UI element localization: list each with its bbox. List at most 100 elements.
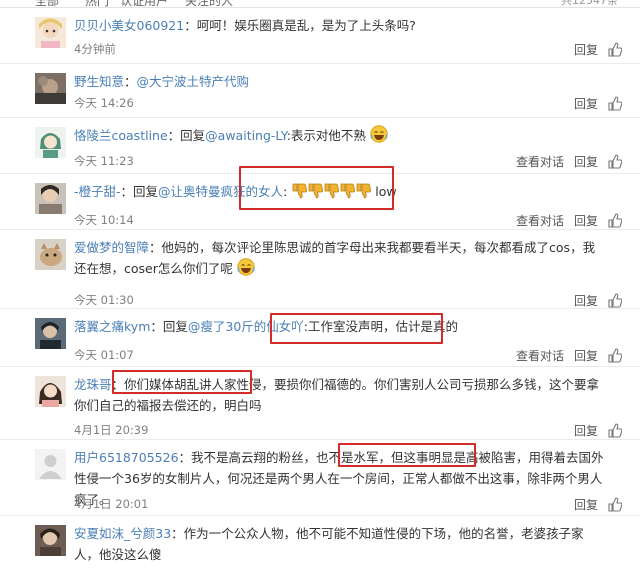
laugh-emoji-icon bbox=[370, 125, 388, 149]
comment-separator: ： bbox=[184, 18, 197, 33]
comment-text: 恪陵兰coastline：回复@awaiting-LY:表示对他不熟 bbox=[74, 125, 606, 149]
thumbs-down-icon bbox=[307, 182, 324, 205]
comment-content-suffix: low bbox=[375, 184, 397, 199]
view-conversation-button[interactable]: 查看对话 bbox=[516, 212, 564, 229]
comment-username[interactable]: 贝贝小美女060921 bbox=[74, 18, 184, 33]
comment-content: 你们媒体胡乱讲人家性侵，要损你们福德的。你们害别人公司亏损那么多钱，这个要拿你们… bbox=[74, 377, 600, 413]
comment-username[interactable]: 用户6518705526 bbox=[74, 450, 179, 465]
comment-actions: 回复 bbox=[574, 496, 622, 513]
comment-username[interactable]: 安夏如沫_兮颜33 bbox=[74, 526, 171, 541]
reply-button[interactable]: 回复 bbox=[574, 292, 598, 309]
comment-item: 贝贝小美女060921：呵呵！娱乐圈真是乱，是为了上头条吗? 4分钟前 回复 bbox=[0, 8, 640, 64]
avatar[interactable] bbox=[35, 17, 66, 48]
like-icon[interactable] bbox=[608, 293, 622, 308]
like-icon[interactable] bbox=[608, 497, 622, 512]
comment-separator: ：回复 bbox=[150, 319, 188, 334]
comment-separator: ： bbox=[111, 377, 125, 392]
reply-button[interactable]: 回复 bbox=[574, 422, 598, 439]
like-icon[interactable] bbox=[608, 213, 622, 228]
comment-separator: ： bbox=[149, 240, 162, 255]
like-icon[interactable] bbox=[608, 348, 622, 363]
comment-item: 野生知意：@大宁波土特产代购 今天 14:26 回复 bbox=[0, 64, 640, 118]
comment-item: 恪陵兰coastline：回复@awaiting-LY:表示对他不熟 今天 11… bbox=[0, 118, 640, 174]
avatar[interactable] bbox=[35, 318, 66, 349]
comment-time: 今天 01:30 bbox=[74, 293, 134, 307]
avatar[interactable] bbox=[35, 376, 66, 407]
comment-content: :表示对他不熟 bbox=[286, 128, 366, 143]
comment-time: 今天 11:23 bbox=[74, 154, 134, 168]
avatar[interactable] bbox=[35, 183, 66, 214]
avatar[interactable] bbox=[35, 239, 66, 270]
reply-button[interactable]: 回复 bbox=[574, 347, 598, 364]
avatar[interactable] bbox=[35, 73, 66, 104]
tab-hot[interactable]: 热门 bbox=[85, 0, 109, 7]
avatar[interactable] bbox=[35, 127, 66, 158]
reply-button[interactable]: 回复 bbox=[574, 153, 598, 170]
comment-text: 龙珠哥：你们媒体胡乱讲人家性侵，要损你们福德的。你们害别人公司亏损那么多钱，这个… bbox=[74, 374, 606, 416]
comment-text: 用户6518705526：我不是高云翔的粉丝，也不是水军，但这事明显是高被陷害，… bbox=[74, 447, 606, 510]
comment-actions: 回复 bbox=[574, 95, 622, 112]
reply-button[interactable]: 回复 bbox=[574, 95, 598, 112]
comment-time: 4月1日 20:39 bbox=[74, 423, 149, 437]
comment-time: 4分钟前 bbox=[74, 42, 116, 56]
like-icon[interactable] bbox=[608, 96, 622, 111]
comment-username[interactable]: 恪陵兰coastline bbox=[74, 128, 168, 143]
comment-mention[interactable]: @awaiting-LY bbox=[205, 128, 287, 143]
comment-content: :工作室没声明，估计是真的 bbox=[303, 319, 459, 334]
view-conversation-button[interactable]: 查看对话 bbox=[516, 153, 564, 170]
comment-time: 4月1日 20:01 bbox=[74, 497, 149, 511]
comment-separator: ：回复 bbox=[120, 184, 159, 199]
comment-actions: 查看对话 回复 bbox=[516, 212, 622, 229]
comment-item: 用户6518705526：我不是高云翔的粉丝，也不是水军，但这事明显是高被陷害，… bbox=[0, 440, 640, 516]
avatar[interactable] bbox=[35, 449, 66, 480]
reply-button[interactable]: 回复 bbox=[574, 212, 598, 229]
comment-username[interactable]: -橙子甜- bbox=[74, 184, 121, 199]
comment-content: : bbox=[283, 184, 288, 199]
comment-text: 野生知意：@大宁波土特产代购 bbox=[74, 71, 606, 92]
like-icon[interactable] bbox=[608, 154, 622, 169]
comment-item: 安夏如沫_兮颜33：作为一个公众人物，他不可能不知道性侵的下场，他的名誉，老婆孩… bbox=[0, 516, 640, 578]
comment-separator: ：回复 bbox=[167, 128, 206, 143]
comment-actions: 查看对话 回复 bbox=[516, 153, 622, 170]
thumbs-down-icon bbox=[323, 182, 340, 205]
tab-all[interactable]: 全部 bbox=[35, 0, 59, 7]
comment-mention[interactable]: @瘦了30斤的仙女吖 bbox=[188, 319, 304, 334]
comment-time: 今天 01:07 bbox=[74, 348, 134, 362]
reply-button[interactable]: 回复 bbox=[574, 496, 598, 513]
comment-username[interactable]: 野生知意 bbox=[74, 74, 124, 89]
comment-text: -橙子甜-：回复@让奥特曼疯狂的女人: low bbox=[74, 181, 606, 205]
comment-filter-bar: 全部 热门 认证用户 关注的人 共12547条 bbox=[0, 0, 640, 8]
like-icon[interactable] bbox=[608, 42, 622, 57]
like-icon[interactable] bbox=[608, 423, 622, 438]
reply-button[interactable]: 回复 bbox=[574, 41, 598, 58]
comment-actions: 回复 bbox=[574, 292, 622, 309]
tab-authed-users[interactable]: 认证用户 bbox=[120, 0, 168, 7]
comment-item: 龙珠哥：你们媒体胡乱讲人家性侵，要损你们福德的。你们害别人公司亏损那么多钱，这个… bbox=[0, 367, 640, 440]
laugh-emoji-icon bbox=[237, 258, 255, 282]
comment-mention[interactable]: @大宁波土特产代购 bbox=[137, 74, 250, 89]
avatar[interactable] bbox=[35, 525, 66, 556]
comment-item: 落翼之痛kym：回复@瘦了30斤的仙女吖:工作室没声明，估计是真的 今天 01:… bbox=[0, 309, 640, 367]
comment-separator: ： bbox=[178, 450, 192, 465]
comment-username[interactable]: 落翼之痛kym bbox=[74, 319, 150, 334]
comment-mention[interactable]: @让奥特曼疯狂的女人 bbox=[158, 184, 283, 199]
comment-content: 呵呵！娱乐圈真是乱，是为了上头条吗? bbox=[196, 18, 416, 33]
comment-text: 贝贝小美女060921：呵呵！娱乐圈真是乱，是为了上头条吗? bbox=[74, 15, 606, 36]
comment-separator: ： bbox=[124, 74, 137, 89]
view-conversation-button[interactable]: 查看对话 bbox=[516, 347, 564, 364]
thumbs-down-icon bbox=[291, 182, 308, 205]
comment-time: 今天 10:14 bbox=[74, 213, 134, 227]
comment-username[interactable]: 龙珠哥 bbox=[74, 377, 112, 392]
comment-separator: ： bbox=[171, 526, 184, 541]
comment-username[interactable]: 爱做梦的智障 bbox=[74, 240, 149, 255]
comment-text: 爱做梦的智障：他妈的，每次评论里陈思诚的首字母出来我都要看半天，每次都看成了co… bbox=[74, 237, 606, 282]
comment-actions: 回复 bbox=[574, 422, 622, 439]
comment-item: 爱做梦的智障：他妈的，每次评论里陈思诚的首字母出来我都要看半天，每次都看成了co… bbox=[0, 230, 640, 309]
comment-time: 今天 14:26 bbox=[74, 96, 134, 110]
tab-following[interactable]: 关注的人 bbox=[185, 0, 233, 7]
comment-text: 落翼之痛kym：回复@瘦了30斤的仙女吖:工作室没声明，估计是真的 bbox=[74, 316, 606, 337]
comment-item: -橙子甜-：回复@让奥特曼疯狂的女人: low 今天 10:14 查看对话 回复 bbox=[0, 174, 640, 230]
thumbs-down-icon bbox=[355, 182, 372, 205]
comment-text: 安夏如沫_兮颜33：作为一个公众人物，他不可能不知道性侵的下场，他的名誉，老婆孩… bbox=[74, 523, 606, 565]
thumbs-down-icon bbox=[339, 182, 356, 205]
